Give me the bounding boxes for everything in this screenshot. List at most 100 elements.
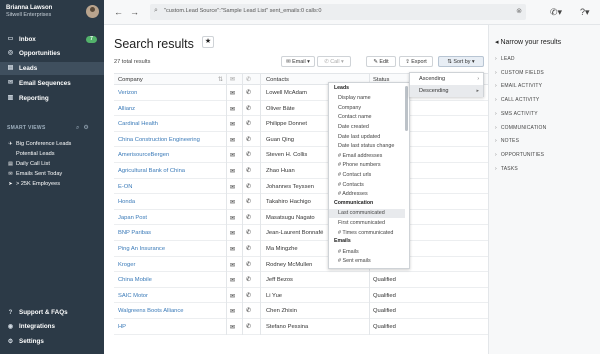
- mail-icon[interactable]: ✉: [230, 246, 235, 253]
- sort-field-option[interactable]: # Emails: [329, 247, 405, 257]
- mail-icon[interactable]: ✉: [230, 277, 235, 284]
- sidebar-item-leads[interactable]: ▤ Leads: [0, 62, 104, 75]
- phone-icon[interactable]: ✆: [246, 262, 251, 268]
- filter-section[interactable]: › CALL ACTIVITY: [495, 97, 539, 103]
- smart-view-item[interactable]: ✉ Emails Sent Today: [7, 169, 62, 178]
- sort-by-button[interactable]: ⇅ Sort by ▾: [438, 56, 484, 67]
- company-column-header[interactable]: Company: [118, 77, 143, 83]
- phone-icon[interactable]: ✆: [246, 230, 251, 236]
- sort-field-option[interactable]: # Contact urls: [329, 170, 405, 180]
- mail-icon[interactable]: ✉: [230, 215, 235, 222]
- phone-icon[interactable]: ✆: [246, 168, 251, 174]
- export-button[interactable]: ⇪ Export: [399, 56, 433, 67]
- scrollbar[interactable]: [405, 86, 408, 131]
- email-button[interactable]: ✉ Email ▾: [281, 56, 315, 67]
- company-link[interactable]: Japan Post: [118, 215, 147, 221]
- sort-field-option[interactable]: First communicated: [329, 218, 405, 228]
- search-icon[interactable]: ⌕: [76, 125, 79, 131]
- phone-icon[interactable]: ✆: [246, 308, 251, 314]
- help-menu-icon[interactable]: ?▾: [580, 7, 590, 18]
- filter-section[interactable]: › SMS ACTIVITY: [495, 111, 538, 117]
- sort-field-option[interactable]: Display name: [329, 94, 405, 104]
- mail-icon[interactable]: ✉: [230, 184, 235, 191]
- company-link[interactable]: AmerisourceBergen: [118, 152, 169, 158]
- phone-icon[interactable]: ✆: [246, 121, 251, 127]
- sort-field-option[interactable]: Contact name: [329, 113, 405, 123]
- phone-icon[interactable]: ✆: [246, 90, 251, 96]
- mail-icon[interactable]: ✉: [230, 230, 235, 237]
- back-arrow-icon[interactable]: ←: [114, 7, 123, 17]
- filter-section[interactable]: › EMAIL ACTIVITY: [495, 83, 542, 89]
- phone-icon[interactable]: ✆: [246, 324, 251, 330]
- sort-ascending-option[interactable]: Ascending ›: [410, 73, 483, 85]
- mail-icon[interactable]: ✉: [230, 308, 235, 315]
- sidebar-item-opportunities[interactable]: ◎ Opportunities: [0, 47, 104, 60]
- company-link[interactable]: Allianz: [118, 106, 135, 112]
- sort-field-option[interactable]: # Phone numbers: [329, 161, 405, 171]
- sidebar-item-integrations[interactable]: ◉ Integrations: [0, 320, 104, 333]
- narrow-title[interactable]: ◂ Narrow your results: [495, 38, 561, 46]
- table-row[interactable]: Agricultural Bank of China ✉ ✆ Zhao Huan: [114, 163, 488, 179]
- clear-search-icon[interactable]: ⊗: [516, 7, 522, 15]
- call-button[interactable]: ✆ Call ▾: [317, 56, 351, 67]
- mail-icon[interactable]: ✉: [230, 262, 235, 269]
- mail-icon[interactable]: ✉: [230, 121, 235, 128]
- sort-field-option[interactable]: Date created: [329, 122, 405, 132]
- save-smart-view-star-icon[interactable]: ★: [202, 36, 214, 48]
- filter-section[interactable]: › TASKS: [495, 166, 518, 172]
- company-link[interactable]: Agricultural Bank of China: [118, 168, 185, 174]
- smart-view-item[interactable]: Potential Leads: [7, 149, 55, 158]
- mail-icon[interactable]: ✉: [230, 324, 235, 331]
- table-row[interactable]: E-ON ✉ ✆ Johannes Teyssen: [114, 179, 488, 195]
- smart-view-item[interactable]: ➤ > 25K Employees: [7, 179, 60, 188]
- company-link[interactable]: Kroger: [118, 262, 135, 268]
- sidebar-item-inbox[interactable]: ▭ Inbox 7: [0, 33, 104, 46]
- company-link[interactable]: Ping An Insurance: [118, 246, 165, 252]
- company-link[interactable]: HP: [118, 324, 126, 330]
- phone-icon[interactable]: ✆: [246, 277, 251, 283]
- sidebar-item-reporting[interactable]: ▥ Reporting: [0, 92, 104, 105]
- phone-icon[interactable]: ✆: [246, 106, 251, 112]
- filter-section[interactable]: › COMMUNICATION: [495, 125, 546, 131]
- filter-section[interactable]: › NOTES: [495, 138, 519, 144]
- table-row[interactable]: AmerisourceBergen ✉ ✆ Steven H. Collis: [114, 147, 488, 163]
- edit-button[interactable]: ✎ Edit: [366, 56, 396, 67]
- company-link[interactable]: Cardinal Health: [118, 121, 158, 127]
- table-row[interactable]: HP ✉ ✆ Stefano Pessina Qualified: [114, 319, 488, 335]
- smart-view-item[interactable]: ▤ Daily Call List: [7, 159, 50, 168]
- sort-field-option[interactable]: # Received emails: [329, 266, 405, 269]
- table-row[interactable]: China Construction Engineering ✉ ✆ Guan Qin…: [114, 132, 488, 148]
- table-row[interactable]: Kroger✉✆Rodney McMullenQualified: [114, 257, 488, 273]
- sort-field-option[interactable]: # Times communicated: [329, 228, 405, 238]
- avatar[interactable]: [86, 5, 99, 18]
- phone-icon[interactable]: ✆: [246, 293, 251, 299]
- sort-field-option[interactable]: Date last status change: [329, 142, 405, 152]
- mail-icon[interactable]: ✉: [230, 106, 235, 113]
- phone-icon[interactable]: ✆: [246, 137, 251, 143]
- contacts-column-header[interactable]: Contacts: [266, 77, 289, 83]
- filter-section[interactable]: › CUSTOM FIELDS: [495, 70, 544, 76]
- filter-section[interactable]: › OPPORTUNITIES: [495, 152, 544, 158]
- gear-icon[interactable]: ⚙: [83, 125, 88, 131]
- mail-icon[interactable]: ✉: [230, 90, 235, 97]
- table-row[interactable]: BNP Paribas ✉ ✆ Jean-Laurent Bonnafé: [114, 225, 488, 241]
- company-link[interactable]: SAIC Motor: [118, 293, 148, 299]
- sort-field-option[interactable]: # Contacts: [329, 180, 405, 190]
- sidebar-item-support[interactable]: ? Support & FAQs: [0, 306, 104, 319]
- user-menu[interactable]: Brianna Lawson Sitwell Enterprises: [6, 5, 52, 19]
- sort-descending-option[interactable]: Descending ▸: [410, 85, 483, 97]
- company-link[interactable]: BNP Paribas: [118, 230, 151, 236]
- company-link[interactable]: China Mobile: [118, 277, 152, 283]
- phone-icon[interactable]: ✆: [246, 215, 251, 221]
- mail-icon[interactable]: ✉: [230, 168, 235, 175]
- phone-icon[interactable]: ✆: [246, 184, 251, 190]
- phone-icon[interactable]: ✆: [246, 246, 251, 252]
- table-row[interactable]: Walgreens Boots Alliance ✉ ✆ Chen Zhixin Qua…: [114, 303, 488, 319]
- mail-icon[interactable]: ✉: [230, 199, 235, 206]
- mail-icon[interactable]: ✉: [230, 152, 235, 159]
- company-link[interactable]: E-ON: [118, 184, 133, 190]
- company-link[interactable]: China Construction Engineering: [118, 137, 200, 143]
- phone-menu-icon[interactable]: ✆▾: [550, 7, 562, 18]
- table-row[interactable]: SAIC Motor ✉ ✆ Li Yue Qualified: [114, 288, 488, 304]
- phone-icon[interactable]: ✆: [246, 152, 251, 158]
